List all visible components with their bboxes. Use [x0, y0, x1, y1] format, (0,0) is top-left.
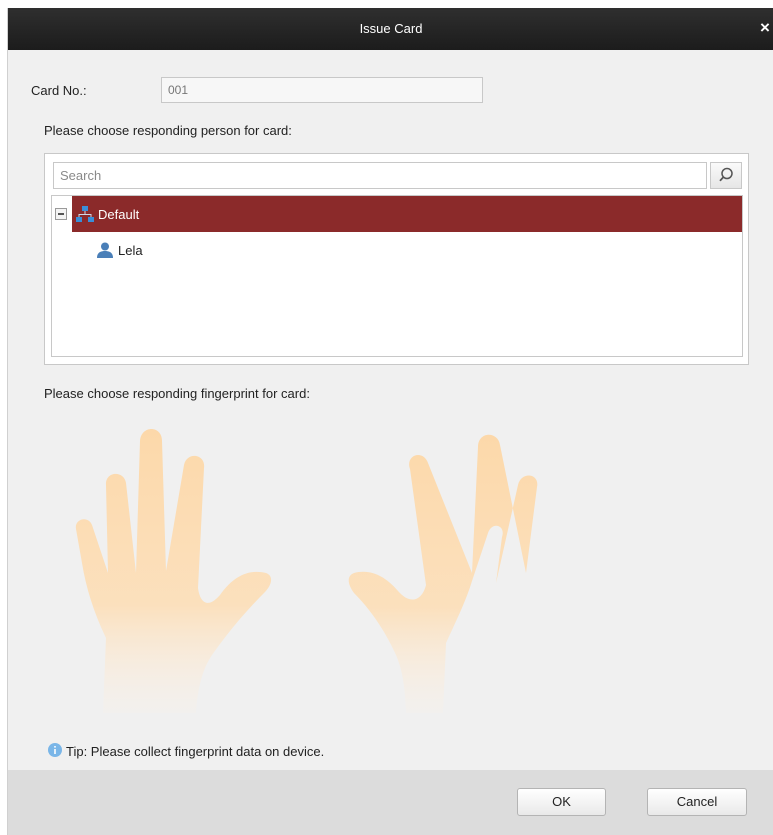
- title-bar[interactable]: Issue Card ×: [8, 8, 773, 50]
- tree-node-default-label: Default: [98, 207, 140, 222]
- fingerprint-prompt: Please choose responding fingerprint for…: [44, 386, 310, 401]
- hands-illustration: [75, 429, 538, 713]
- card-no-label: Card No.:: [31, 83, 87, 98]
- tree-node-default[interactable]: Default: [52, 196, 742, 232]
- person-panel: Default Lela: [44, 153, 749, 365]
- selection-highlight: [72, 196, 742, 232]
- ok-button[interactable]: OK: [517, 788, 606, 816]
- collapse-toggle-icon[interactable]: [55, 208, 67, 220]
- person-tree: Default Lela: [51, 195, 743, 357]
- right-hand-icon[interactable]: [348, 434, 538, 713]
- dialog-title: Issue Card: [359, 21, 423, 36]
- person-prompt: Please choose responding person for card…: [44, 123, 292, 138]
- left-hand-icon[interactable]: [75, 429, 272, 713]
- card-no-input[interactable]: [161, 77, 483, 103]
- search-button[interactable]: [710, 162, 742, 189]
- issue-card-dialog: Issue Card × Card No.: Please choose res…: [7, 8, 773, 835]
- dialog-footer: OK Cancel: [8, 770, 773, 835]
- tree-node-lela-label: Lela: [118, 243, 143, 258]
- close-icon[interactable]: ×: [758, 19, 772, 36]
- cancel-button[interactable]: Cancel: [647, 788, 747, 816]
- search-input[interactable]: [53, 162, 707, 189]
- organization-icon: [76, 206, 94, 222]
- info-icon: [48, 743, 62, 757]
- search-icon: [719, 167, 733, 182]
- tip-text: Tip: Please collect fingerprint data on …: [66, 744, 325, 759]
- person-icon: [97, 242, 113, 258]
